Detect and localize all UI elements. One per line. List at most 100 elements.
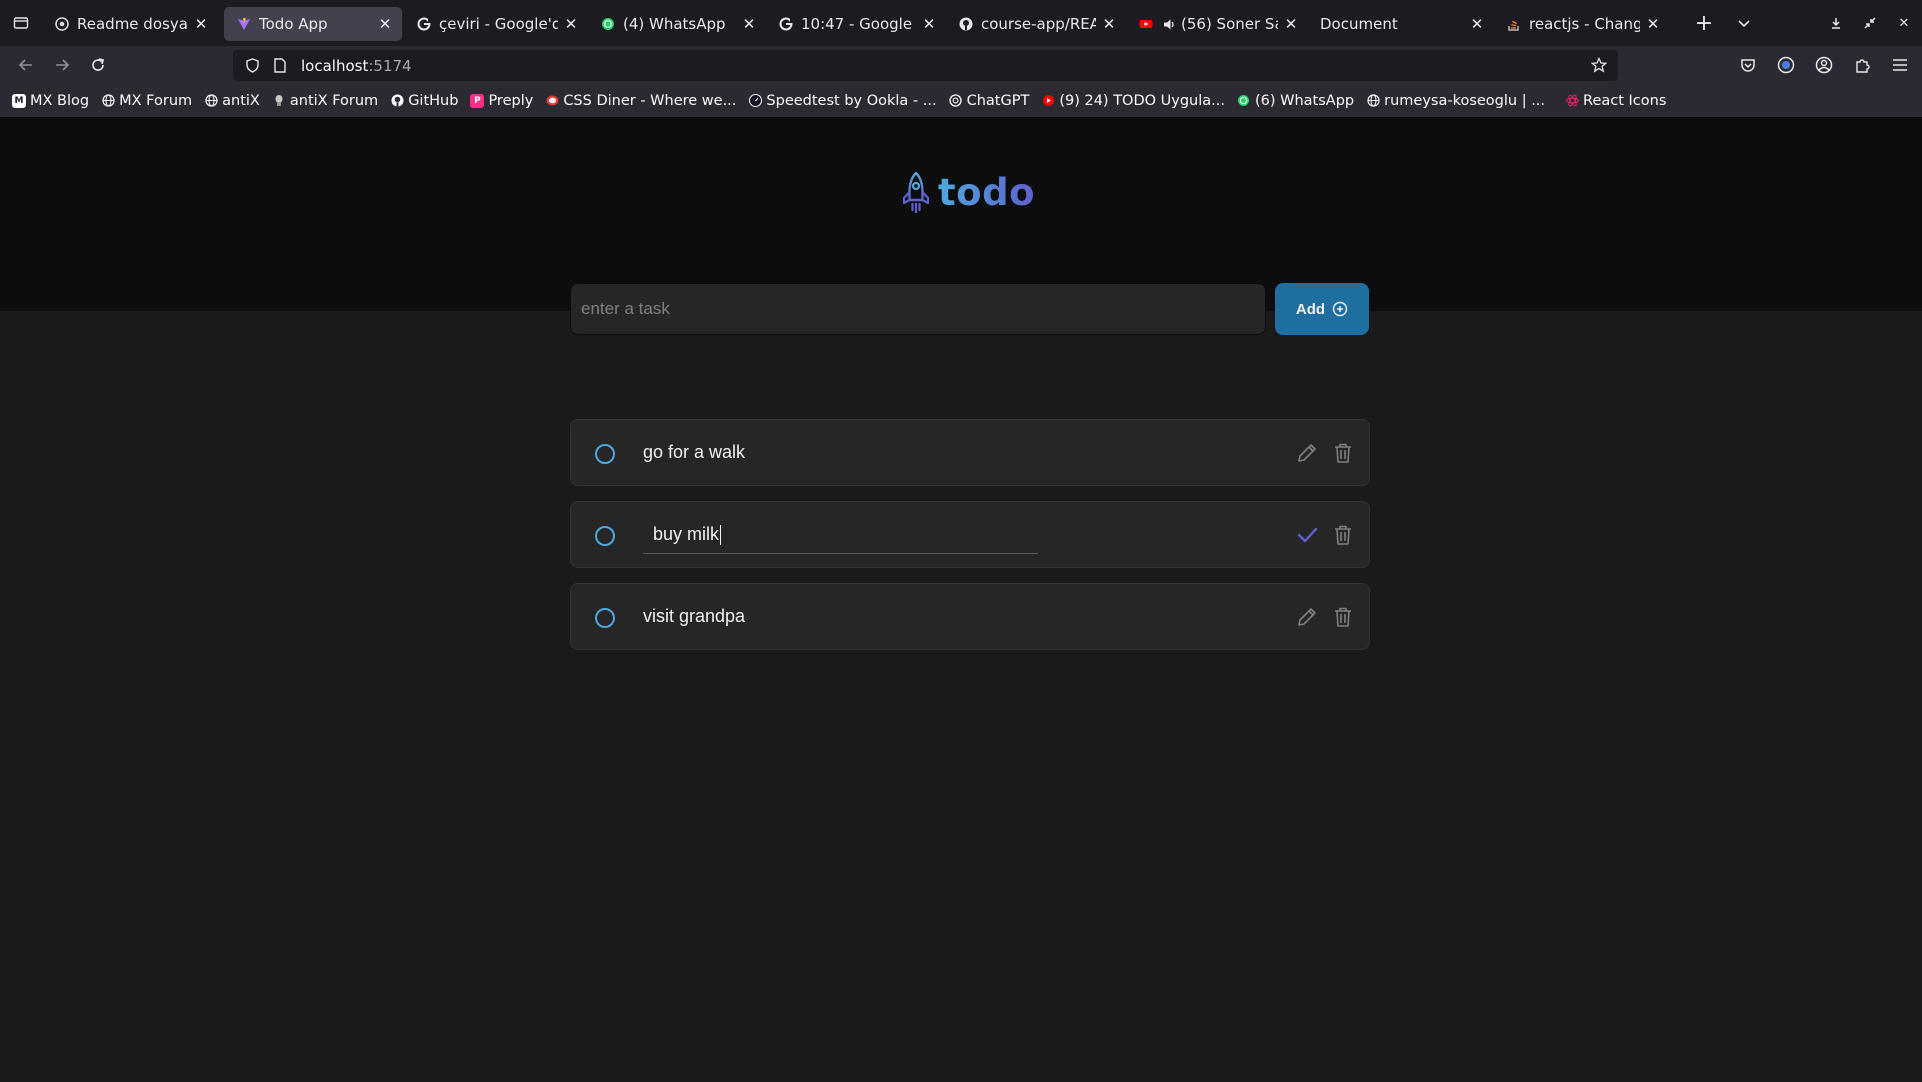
tab-title: çeviri - Google'da A [439,15,558,33]
tab-google-search[interactable]: 10:47 - Google Ara ✕ [766,7,946,41]
google-icon [778,16,794,32]
page-icon[interactable] [271,57,289,75]
pencil-icon [1298,608,1316,626]
window-controls: ✕ [1826,0,1914,46]
address-bar[interactable]: localhost:5174 [233,50,1618,81]
tab-whatsapp[interactable]: (4) WhatsApp ✕ [588,7,766,41]
bookmark-whatsapp[interactable]: (6) WhatsApp [1237,93,1354,109]
preply-icon: P [470,93,485,108]
close-icon[interactable]: ✕ [1644,15,1662,33]
bookmark-label: Speedtest by Ookla - ... [766,92,937,109]
bookmark-react-icons[interactable]: React Icons [1565,93,1666,109]
minimize-icon[interactable] [1826,13,1846,33]
tab-document[interactable]: Document ✕ [1308,7,1494,41]
bookmark-todo-video[interactable]: (9) 24) TODO Uygula... [1041,93,1225,109]
tab-course-app[interactable]: course-app/READM ✕ [946,7,1126,41]
bookmark-mx-blog[interactable]: M MX Blog [12,93,89,109]
bookmark-mx-forum[interactable]: MX Forum [101,93,192,109]
delete-button[interactable] [1331,604,1355,630]
list-all-tabs-button[interactable] [1724,6,1764,40]
bookmark-github[interactable]: GitHub [390,93,458,109]
menu-hamburger-icon[interactable] [1890,55,1910,75]
delete-button[interactable] [1331,440,1355,466]
delete-button[interactable] [1331,522,1355,548]
extensions-puzzle-icon[interactable] [1852,55,1872,75]
todo-checkbox[interactable] [595,444,615,464]
todo-item: visit grandpa [570,583,1370,650]
bookmark-rumeysa[interactable]: rumeysa-koseoglu | ... [1366,93,1545,109]
todo-checkbox[interactable] [595,526,615,546]
logo-text: todo [938,170,1036,214]
bookmark-css-diner[interactable]: CSS Diner - Where we... [545,93,736,109]
close-window-icon[interactable]: ✕ [1894,13,1914,33]
rocket-icon [902,171,930,214]
globe-icon [101,94,115,108]
trash-icon [1335,607,1351,627]
speaker-icon[interactable] [1161,16,1177,32]
close-icon[interactable]: ✕ [562,15,580,33]
tab-title: reactjs - Change th [1529,15,1640,33]
todo-list: go for a walk buy milk visit grandpa [570,419,1370,665]
edit-button[interactable] [1295,440,1319,466]
bookmark-label: React Icons [1583,92,1667,109]
close-icon[interactable]: ✕ [192,15,210,33]
plus-circle-icon [1332,301,1348,317]
toolbar-right [1738,46,1910,84]
url-port: :5174 [368,56,412,75]
tab-youtube[interactable]: (56) Soner Sarık ✕ [1126,7,1308,41]
todo-checkbox[interactable] [595,608,615,628]
pocket-icon[interactable] [1738,55,1758,75]
github-icon [390,94,404,108]
bookmark-label: ChatGPT [966,92,1030,109]
new-tab-button[interactable]: + [1684,6,1724,40]
close-icon[interactable]: ✕ [740,15,758,33]
tab-ceviri[interactable]: çeviri - Google'da A ✕ [404,7,588,41]
account-icon[interactable] [1814,55,1834,75]
todo-item-editing: buy milk [570,501,1370,568]
close-icon[interactable]: ✕ [1100,15,1118,33]
globe-icon [204,94,218,108]
bookmark-chatgpt[interactable]: ChatGPT [949,92,1030,109]
chatgpt-icon [949,94,963,108]
tab-readme[interactable]: Readme dosyası o ✕ [42,7,218,41]
browser-nav-bar: localhost:5174 [0,46,1922,84]
tab-stackoverflow[interactable]: reactjs - Change th ✕ [1494,7,1670,41]
close-icon[interactable]: ✕ [376,15,394,33]
tab-todo-app[interactable]: Todo App ✕ [224,7,402,41]
bookmark-label: MX Blog [30,92,90,109]
antix-icon [272,94,286,108]
bookmark-antix-forum[interactable]: antiX Forum [272,93,378,109]
bookmarks-bar: M MX Blog MX Forum antiX antiX Forum GitH… [0,84,1922,118]
save-edit-button[interactable] [1295,522,1319,548]
add-task-button[interactable]: Add [1275,283,1369,335]
tab-title: Todo App [259,15,328,33]
new-task-input[interactable] [570,283,1266,335]
youtube-icon [1041,94,1055,108]
close-icon[interactable]: ✕ [1468,15,1486,33]
todo-edit-input[interactable]: buy milk [643,516,1038,554]
todo-text: go for a walk [643,442,746,462]
bookmark-star-icon[interactable] [1590,56,1608,74]
bookmark-speedtest[interactable]: Speedtest by Ookla - ... [748,92,937,109]
bookmark-label: (9) 24) TODO Uygula... [1059,92,1225,109]
css-diner-icon [545,94,559,108]
todo-app: todo Add go for a walk buy mil [0,118,1922,1082]
firefox-view-button[interactable] [0,0,42,46]
restore-icon[interactable] [1860,13,1880,33]
stackoverflow-icon [1506,16,1522,32]
extension-blue-icon[interactable] [1776,55,1796,75]
close-icon[interactable]: ✕ [1282,15,1300,33]
bookmark-preply[interactable]: P Preply [470,93,533,109]
arrow-left-icon [18,59,32,71]
react-icons-icon [1565,94,1579,108]
bookmark-label: (6) WhatsApp [1254,92,1355,109]
check-icon [1297,527,1318,543]
forward-button[interactable] [44,49,80,81]
bookmark-label: GitHub [408,92,459,109]
reload-button[interactable] [80,49,116,81]
shield-icon[interactable] [243,57,261,75]
back-button[interactable] [8,49,44,81]
close-icon[interactable]: ✕ [920,15,938,33]
bookmark-antix[interactable]: antiX [204,93,260,109]
edit-button[interactable] [1295,604,1319,630]
